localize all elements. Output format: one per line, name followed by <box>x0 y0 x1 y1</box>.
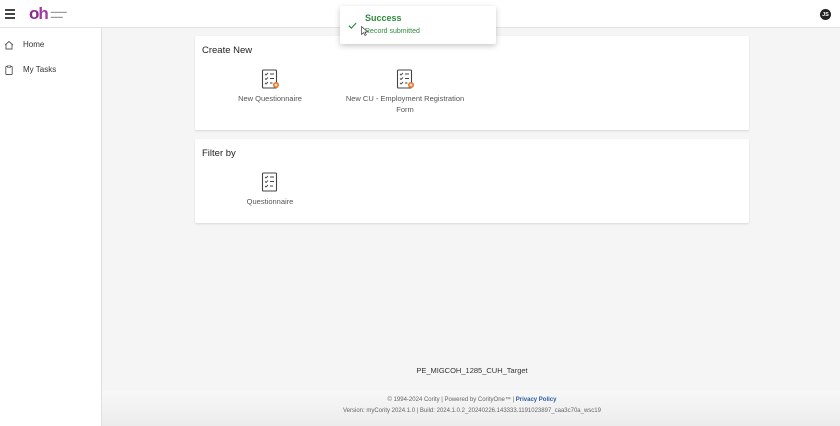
success-toast[interactable]: Success Record submitted <box>340 6 496 44</box>
logo[interactable]: oh ▬▬▬▬ ▬▬▬ <box>29 4 75 23</box>
logo-tagline-graphic: ▬▬▬▬ ▬▬▬ <box>50 9 67 19</box>
questionnaire-icon <box>261 172 278 192</box>
filter-by-title: Filter by <box>202 148 236 159</box>
copyright-text: © 1994-2024 Cority | Powered by CorityOn… <box>387 397 515 403</box>
questionnaire-filter-label: Questionnaire <box>246 197 294 206</box>
environment-label: PE_MIGCOH_1285_CUH_Target <box>416 366 528 375</box>
footer-copyright-line: © 1994-2024 Cority | Powered by CorityOn… <box>195 397 749 403</box>
toast-message: Record submitted <box>365 28 420 35</box>
new-employment-registration-tile[interactable]: New CU - Employment Registration Form <box>345 69 465 115</box>
new-questionnaire-label: New Questionnaire <box>238 94 302 103</box>
footer: © 1994-2024 Cority | Powered by CorityOn… <box>102 391 840 426</box>
create-new-card: Create New New Questionnaire New CU - Em… <box>195 36 749 130</box>
hamburger-menu-icon[interactable] <box>5 9 15 19</box>
mouse-cursor-icon <box>361 26 369 36</box>
toast-title: Success <box>365 13 402 23</box>
new-questionnaire-icon <box>261 69 279 89</box>
user-avatar[interactable]: JS <box>820 9 831 20</box>
new-form-icon <box>396 69 414 89</box>
clipboard-icon <box>5 64 13 75</box>
home-icon <box>4 40 14 49</box>
sidebar-item-label: My Tasks <box>23 65 57 74</box>
sidebar-item-my-tasks[interactable]: My Tasks <box>0 57 101 82</box>
sidebar-item-home[interactable]: Home <box>0 32 101 57</box>
sidebar: Home My Tasks <box>0 28 102 426</box>
new-questionnaire-tile[interactable]: New Questionnaire <box>230 69 310 104</box>
version-text: Version: myCority 2024.1.0 | Build: 2024… <box>343 408 601 414</box>
checkmark-icon <box>348 22 357 30</box>
sidebar-item-label: Home <box>23 40 45 49</box>
questionnaire-filter-tile[interactable]: Questionnaire <box>230 172 310 207</box>
filter-by-card: Filter by Questionnaire <box>195 139 749 223</box>
privacy-policy-link[interactable]: Privacy Policy <box>516 397 557 403</box>
create-new-title: Create New <box>202 45 253 56</box>
new-employment-registration-label: New CU - Employment Registration Form <box>345 94 465 114</box>
logo-mark: oh <box>29 4 49 23</box>
